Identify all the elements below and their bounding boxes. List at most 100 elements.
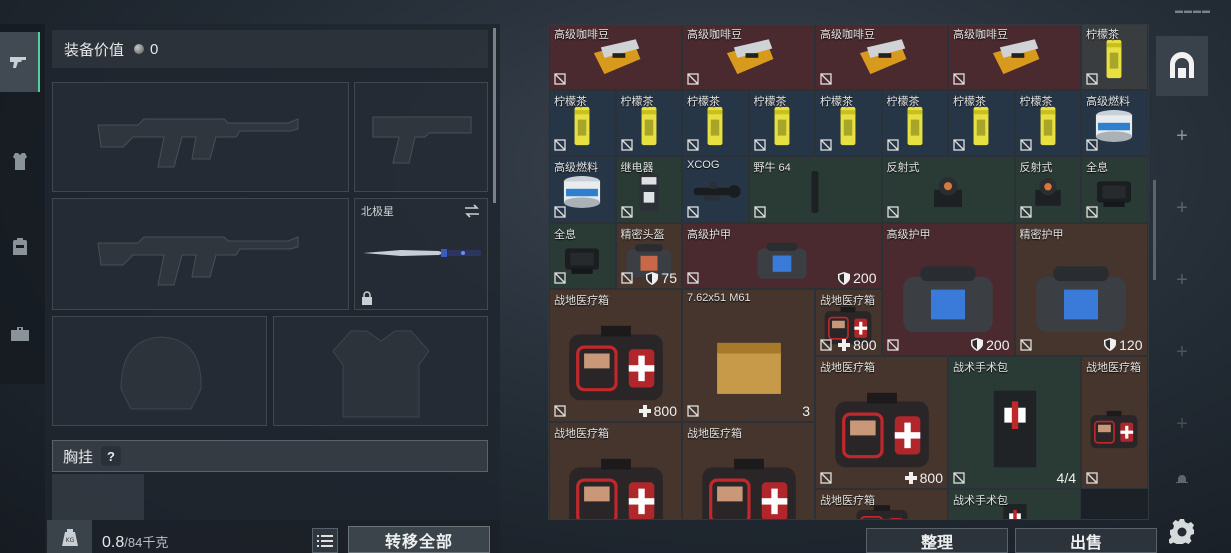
no-insure-icon <box>953 471 965 484</box>
no-insure-icon <box>687 205 699 218</box>
no-insure-icon <box>1019 139 1032 151</box>
inventory-item[interactable]: 高级燃料 <box>549 156 616 223</box>
inventory-item[interactable]: 精密头盔 75 <box>615 222 682 289</box>
helmet-silhouette-icon <box>120 336 202 410</box>
swap-icon[interactable] <box>463 204 481 218</box>
pistol-slot[interactable] <box>354 82 488 192</box>
inventory-item[interactable]: 柠檬茶 <box>1081 25 1148 90</box>
no-insure-icon <box>1086 72 1098 85</box>
inventory-item[interactable]: 高级护甲 200 <box>881 222 1015 356</box>
item-name: 精密头盔 <box>620 228 665 241</box>
container-tab[interactable] <box>1156 36 1208 96</box>
no-insure-icon <box>687 139 699 151</box>
inventory-item[interactable]: 柠檬茶 <box>682 89 749 156</box>
list-view-button[interactable] <box>312 528 338 553</box>
inventory-item[interactable]: 精密护甲 120 <box>1014 222 1148 356</box>
inventory-item[interactable]: 7.62x51 M61 3 <box>682 289 815 422</box>
inventory-item[interactable]: 柠檬茶 <box>748 89 815 156</box>
inventory-item[interactable]: 全息 <box>1081 156 1148 223</box>
inventory-item[interactable]: 柠檬茶 <box>948 89 1015 156</box>
weight-readout: 0.8/84千克 <box>102 532 168 552</box>
item-name: 继电器 <box>620 162 654 174</box>
inventory-item[interactable]: 全息 <box>549 222 616 289</box>
equipment-scrollbar[interactable] <box>493 28 496 203</box>
container-grid: 高级咖啡豆 高级咖啡豆 高级咖啡豆 高级咖啡豆 柠檬茶 柠檬茶 柠檬茶 柠檬茶 柠檬茶 柠檬茶 柠檬… <box>548 24 1149 520</box>
transfer-all-button[interactable]: 转移全部 <box>348 526 490 553</box>
no-insure-icon <box>620 272 633 284</box>
item-value: 200 <box>971 337 1010 353</box>
item-name: 高级咖啡豆 <box>554 29 609 41</box>
weight-current: 0.8 <box>102 534 125 551</box>
tab-toolbox[interactable] <box>0 304 40 364</box>
inventory-item[interactable]: 柠檬茶 <box>615 89 682 156</box>
inventory-item[interactable]: 柠檬茶 <box>881 89 948 156</box>
item-name: 战地医疗箱 <box>820 494 875 507</box>
inventory-item[interactable]: 柠檬茶 <box>815 89 882 156</box>
chest-rig-slot[interactable]: 胸挂 ? <box>52 440 488 472</box>
inventory-item[interactable]: 柠檬茶 <box>549 89 616 156</box>
bell-button[interactable] <box>1156 464 1208 494</box>
item-name: XCOG <box>687 159 720 171</box>
add-container-button[interactable]: + <box>1156 394 1208 454</box>
inventory-item[interactable]: 战术手术包 <box>948 488 1081 519</box>
inventory-item[interactable]: 战地医疗箱 800 <box>815 355 948 489</box>
item-value: 4/4 <box>1057 470 1076 486</box>
inventory-item[interactable]: 柠檬茶 <box>1014 89 1081 156</box>
no-insure-icon <box>820 338 832 351</box>
add-container-button[interactable]: + <box>1156 106 1208 166</box>
tab-weapons[interactable] <box>0 32 40 92</box>
svg-text:KG: KG <box>65 537 74 544</box>
settings-button[interactable] <box>1156 514 1208 548</box>
item-value: 800 <box>838 337 877 353</box>
inventory-item[interactable]: 战术手术包 4/4 <box>948 355 1081 489</box>
add-container-button[interactable]: + <box>1156 250 1208 310</box>
sell-button[interactable]: 出售 <box>1015 528 1157 553</box>
armor-bag-icon <box>903 265 993 332</box>
inventory-item[interactable]: 高级咖啡豆 <box>948 25 1081 90</box>
tab-backpack[interactable] <box>0 217 40 277</box>
inventory-item[interactable]: 高级咖啡豆 <box>815 25 948 90</box>
no-insure-icon <box>753 205 766 218</box>
inventory-item[interactable]: 继电器 <box>615 156 682 223</box>
inventory-item[interactable]: 高级咖啡豆 <box>549 25 682 90</box>
primary-weapon-slot[interactable] <box>52 82 349 192</box>
add-container-button[interactable]: + <box>1156 322 1208 382</box>
body-armor-slot[interactable] <box>273 316 488 426</box>
item-value-text: 3 <box>802 403 810 419</box>
inventory-item[interactable]: 战地医疗箱 800 <box>549 289 682 422</box>
inventory-item[interactable]: XCOG <box>682 156 749 223</box>
inventory-item[interactable]: 野牛 64 <box>748 156 882 223</box>
container-rail: + + + + + <box>1156 24 1208 553</box>
item-name: 野牛 64 <box>753 162 791 174</box>
inventory-item[interactable]: 战地医疗箱 <box>1081 355 1148 489</box>
item-name: 全息 <box>554 228 576 241</box>
inventory-item[interactable]: 高级咖啡豆 <box>682 25 815 90</box>
inventory-item[interactable]: 战地医疗箱 <box>682 422 815 519</box>
container-icon <box>1170 52 1194 78</box>
secondary-weapon-slot[interactable] <box>52 198 349 310</box>
item-name: 柠檬茶 <box>1086 29 1119 41</box>
add-container-button[interactable]: + <box>1156 178 1208 238</box>
sort-button[interactable]: 整理 <box>866 528 1008 553</box>
item-name: 柠檬茶 <box>753 95 787 108</box>
inventory-item[interactable]: 战地医疗箱 <box>549 422 682 519</box>
inventory-item[interactable]: 战地医疗箱 <box>815 488 948 519</box>
inventory-item[interactable]: 反射式 <box>1014 156 1081 223</box>
vest-silhouette-icon <box>332 330 430 418</box>
melee-slot[interactable]: 北极星 <box>354 198 488 310</box>
plus-icon: + <box>1176 340 1188 363</box>
item-value-text: 800 <box>653 403 677 419</box>
helmet-slot[interactable] <box>52 316 267 426</box>
inventory-item[interactable]: 战地医疗箱 800 <box>815 289 882 356</box>
gear-icon <box>1169 519 1194 544</box>
item-name: 柠檬茶 <box>886 95 920 108</box>
armor-bag-icon <box>757 242 807 279</box>
first-aid-kit-icon <box>1090 410 1138 448</box>
inventory-item[interactable]: 高级燃料 <box>1081 89 1148 156</box>
tab-armor[interactable] <box>0 132 40 192</box>
help-button[interactable]: ? <box>101 446 122 466</box>
coffee-bag-icon <box>859 39 906 75</box>
no-insure-icon <box>753 139 766 151</box>
inventory-item[interactable]: 反射式 <box>881 156 1015 223</box>
inventory-item[interactable]: 高级护甲 200 <box>682 222 882 289</box>
